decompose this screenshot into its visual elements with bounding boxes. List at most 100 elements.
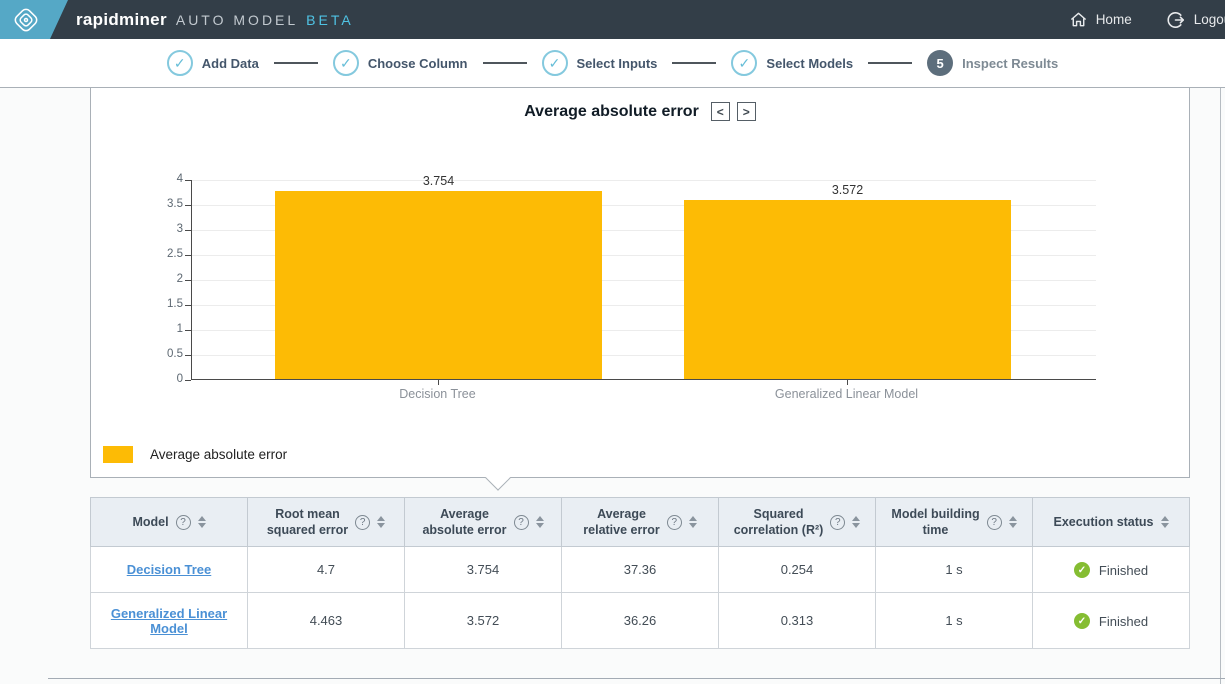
y-axis-tick	[185, 355, 191, 356]
metric-cell: 4.463	[248, 593, 405, 649]
model-link-generalized-linear-model[interactable]: Generalized Linear Model	[111, 606, 227, 636]
stepper-connector	[868, 62, 912, 64]
help-icon[interactable]: ?	[987, 515, 1002, 530]
column-header-model[interactable]: Model?	[91, 498, 248, 547]
y-axis-tick	[185, 380, 191, 381]
column-header-average-absolute-error[interactable]: Averageabsolute error?	[405, 498, 562, 547]
x-axis-category-label: Decision Tree	[399, 387, 475, 401]
sort-icon[interactable]	[377, 516, 385, 529]
model-cell: Generalized Linear Model	[91, 593, 248, 649]
y-axis-tick-label: 4	[131, 173, 183, 185]
y-axis-tick-label: 1.5	[131, 298, 183, 310]
table-header: Model?Root meansquared error?Averageabso…	[91, 498, 1190, 547]
step-check-icon: ✓	[333, 50, 359, 76]
chart-prev-button[interactable]: <	[711, 102, 730, 121]
finished-check-icon: ✓	[1074, 613, 1090, 629]
execution-status-cell: ✓Finished	[1033, 547, 1190, 593]
help-icon[interactable]: ?	[830, 515, 845, 530]
metric-cell: 0.313	[719, 593, 876, 649]
home-icon	[1069, 10, 1088, 29]
rapidminer-logo[interactable]	[0, 0, 68, 39]
stepper-step-choose-column[interactable]: ✓ Choose Column	[333, 50, 468, 76]
status-label: Finished	[1099, 563, 1148, 578]
logout-button[interactable]: Logout	[1166, 10, 1225, 30]
metric-cell: 36.26	[562, 593, 719, 649]
sort-icon[interactable]	[1161, 516, 1169, 529]
model-cell: Decision Tree	[91, 547, 248, 593]
column-header-root-mean-squared-error[interactable]: Root meansquared error?	[248, 498, 405, 547]
help-icon[interactable]: ?	[355, 515, 370, 530]
stepper-step-inspect-results[interactable]: 5 Inspect Results	[927, 50, 1058, 76]
scroll-edge-divider	[1220, 88, 1221, 684]
stepper-step-select-models[interactable]: ✓Select Models	[731, 50, 853, 76]
chart-next-button[interactable]: >	[737, 102, 756, 121]
step-check-icon: ✓	[542, 50, 568, 76]
stepper-connector	[672, 62, 716, 64]
stepper: ✓ Add Data ✓ Choose Column ✓ Select Inputs ✓Se…	[0, 39, 1225, 88]
help-icon[interactable]: ?	[667, 515, 682, 530]
column-header-model-building-time[interactable]: Model buildingtime?	[876, 498, 1033, 547]
y-axis-tick	[185, 255, 191, 256]
sort-icon[interactable]	[852, 516, 860, 529]
y-axis-tick-label: 0	[131, 373, 183, 385]
bar-generalized-linear-model[interactable]	[684, 200, 1011, 379]
column-header-label: Root meansquared error	[267, 506, 348, 539]
bar-chart-plot: 3.7543.572	[191, 180, 1096, 380]
y-axis-tick-label: 2	[131, 273, 183, 285]
stepper-step-add-data[interactable]: ✓ Add Data	[167, 50, 259, 76]
help-icon[interactable]: ?	[514, 515, 529, 530]
column-header-squared-correlation-r[interactable]: Squaredcorrelation (R²)?	[719, 498, 876, 547]
y-axis-tick-label: 1	[131, 323, 183, 335]
step-label: Select Inputs	[577, 56, 658, 71]
model-link-decision-tree[interactable]: Decision Tree	[127, 562, 212, 577]
metric-cell: 37.36	[562, 547, 719, 593]
logout-label: Logout	[1194, 12, 1225, 27]
y-axis-tick-label: 3.5	[131, 198, 183, 210]
y-axis-tick	[185, 280, 191, 281]
sort-icon[interactable]	[689, 516, 697, 529]
column-header-label: Squaredcorrelation (R²)	[734, 506, 824, 539]
x-axis-tick	[847, 380, 848, 385]
sort-icon[interactable]	[536, 516, 544, 529]
brand-text: rapidminer AUTO MODEL BETA	[76, 10, 354, 30]
bar-decision-tree[interactable]	[275, 191, 602, 379]
rapidminer-logo-icon	[13, 7, 39, 33]
step-check-icon: ✓	[167, 50, 193, 76]
column-header-label: Execution status	[1053, 514, 1153, 530]
table-row-decision-tree: Decision Tree4.73.75437.360.2541 s✓Finis…	[91, 547, 1190, 593]
step-check-icon: ✓	[731, 50, 757, 76]
chart-title: Average absolute error	[524, 103, 699, 121]
sort-icon[interactable]	[198, 516, 206, 529]
metric-cell: 4.7	[248, 547, 405, 593]
column-header-average-relative-error[interactable]: Averagerelative error?	[562, 498, 719, 547]
execution-status-cell: ✓ Finished	[1033, 593, 1190, 649]
status-label: Finished	[1099, 614, 1148, 629]
footer-divider	[48, 678, 1225, 679]
column-header-execution-status[interactable]: Execution status	[1033, 498, 1190, 547]
step-label: Choose Column	[368, 56, 468, 71]
help-icon[interactable]: ?	[176, 515, 191, 530]
brand-beta-badge: BETA	[306, 12, 354, 28]
y-axis-tick	[185, 305, 191, 306]
y-axis-tick-label: 0.5	[131, 348, 183, 360]
y-axis-tick	[185, 330, 191, 331]
bar-value-label: 3.572	[832, 183, 863, 197]
column-header-label: Model	[132, 514, 168, 530]
step-label: Inspect Results	[962, 56, 1058, 71]
brand-product: AUTO MODEL	[176, 12, 298, 28]
y-axis-tick	[185, 230, 191, 231]
table-body: Decision Tree4.73.75437.360.2541 s✓Finis…	[91, 547, 1190, 649]
home-button[interactable]: Home	[1069, 10, 1132, 29]
y-axis-tick	[185, 180, 191, 181]
topbar-actions: Home Logout	[1069, 0, 1225, 39]
column-header-label: Averagerelative error	[583, 506, 659, 539]
y-axis-tick-label: 2.5	[131, 248, 183, 260]
stepper-step-select-inputs[interactable]: ✓ Select Inputs	[542, 50, 658, 76]
gridline	[192, 180, 1096, 181]
content-area: Average absolute error < > 3.7543.572 0 0…	[0, 88, 1225, 684]
metric-cell: 1 s	[876, 547, 1033, 593]
y-axis-tick-label: 3	[131, 223, 183, 235]
sort-icon[interactable]	[1009, 516, 1017, 529]
step-number-badge: 5	[927, 50, 953, 76]
step-label: Add Data	[202, 56, 259, 71]
